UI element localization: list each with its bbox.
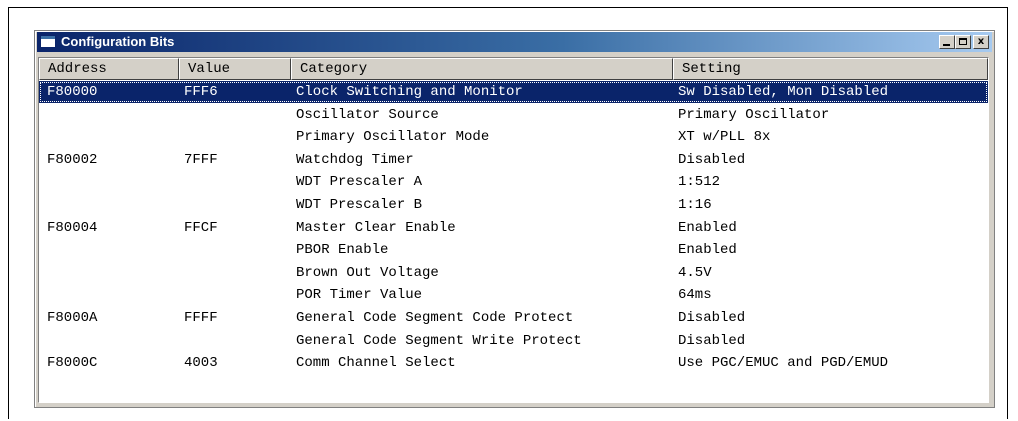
setting-cell: 64ms: [678, 287, 712, 304]
close-button[interactable]: x: [973, 35, 989, 49]
column-header-address[interactable]: Address: [39, 58, 179, 80]
setting-cell: Disabled: [678, 332, 746, 349]
category-cell: Brown Out Voltage: [296, 264, 439, 281]
setting-cell: Enabled: [678, 242, 737, 259]
category-cell: General Code Segment Write Protect: [296, 332, 582, 349]
category-cell: General Code Segment Code Protect: [296, 310, 574, 326]
address-cell: F8000A: [47, 310, 98, 326]
setting-cell: 1:16: [678, 197, 712, 213]
value-cell: FFF6: [184, 84, 218, 100]
config-bits-table: Address Value Category Setting F80000 FFF…: [38, 57, 989, 403]
category-cell: Clock Switching and Monitor: [296, 84, 523, 100]
column-header-value[interactable]: Value: [179, 58, 291, 80]
address-cell: F80000: [47, 84, 98, 100]
table-row[interactable]: F80000 FFF6 Clock Switching and Monitor Sw …: [39, 81, 988, 103]
setting-cell: Disabled: [678, 151, 746, 168]
setting-cell: XT w/PLL 8x: [678, 129, 771, 146]
table-row[interactable]: WDT Prescaler B 1:16: [39, 194, 988, 216]
setting-cell: Sw Disabled, Mon Disabled: [678, 84, 889, 100]
setting-cell: Primary Oscillator: [678, 106, 830, 123]
column-header-setting[interactable]: Setting: [673, 58, 988, 80]
table-row[interactable]: F80002 7FFF Watchdog Timer Disabled: [39, 149, 988, 171]
maximize-button[interactable]: [955, 35, 971, 49]
value-cell: 4003: [184, 355, 218, 372]
table-row[interactable]: F80004 FFCF Master Clear Enable Enabled: [39, 217, 988, 239]
setting-cell: 4.5V: [678, 264, 712, 281]
category-cell: WDT Prescaler B: [296, 197, 423, 213]
table-row[interactable]: WDT Prescaler A 1:512: [39, 171, 988, 193]
address-cell: F80004: [47, 219, 98, 236]
table-row[interactable]: F8000A FFFF General Code Segment Code Prot…: [39, 307, 988, 329]
title-bar[interactable]: Configuration Bits x: [37, 32, 992, 52]
address-cell: F80002: [47, 151, 98, 168]
table-row[interactable]: Oscillator Source Primary Oscillator: [39, 104, 988, 126]
table-row[interactable]: F8000C 4003 Comm Channel Select Use PGC/EMU…: [39, 352, 988, 374]
close-icon: x: [977, 36, 985, 47]
table-row[interactable]: Primary Oscillator Mode XT w/PLL 8x: [39, 126, 988, 148]
setting-cell: Enabled: [678, 219, 737, 236]
category-cell: POR Timer Value: [296, 287, 423, 304]
table-row[interactable]: Brown Out Voltage 4.5V: [39, 262, 988, 284]
setting-cell: Use PGC/EMUC and PGD/EMUD: [678, 355, 889, 372]
value-cell: FFCF: [184, 219, 218, 236]
category-cell: Comm Channel Select: [296, 355, 456, 372]
category-cell: WDT Prescaler A: [296, 174, 423, 191]
minimize-button[interactable]: [939, 35, 955, 49]
category-cell: Watchdog Timer: [296, 151, 414, 168]
category-cell: Primary Oscillator Mode: [296, 129, 490, 146]
value-cell: FFFF: [184, 310, 218, 326]
column-header-category[interactable]: Category: [291, 58, 673, 80]
setting-cell: 1:512: [678, 174, 721, 191]
value-cell: 7FFF: [184, 151, 218, 168]
category-cell: Master Clear Enable: [296, 219, 456, 236]
address-cell: F8000C: [47, 355, 98, 372]
window-icon: [40, 35, 56, 48]
window-title: Configuration Bits: [61, 34, 175, 49]
table-row[interactable]: POR Timer Value 64ms: [39, 284, 988, 306]
table-row[interactable]: General Code Segment Write Protect Disabl…: [39, 330, 988, 352]
category-cell: Oscillator Source: [296, 106, 439, 123]
configuration-bits-window: Configuration Bits x Address Value Categ…: [34, 30, 995, 408]
table-header: Address Value Category Setting: [39, 58, 988, 80]
setting-cell: Disabled: [678, 310, 746, 326]
table-row[interactable]: PBOR Enable Enabled: [39, 239, 988, 261]
category-cell: PBOR Enable: [296, 242, 389, 259]
